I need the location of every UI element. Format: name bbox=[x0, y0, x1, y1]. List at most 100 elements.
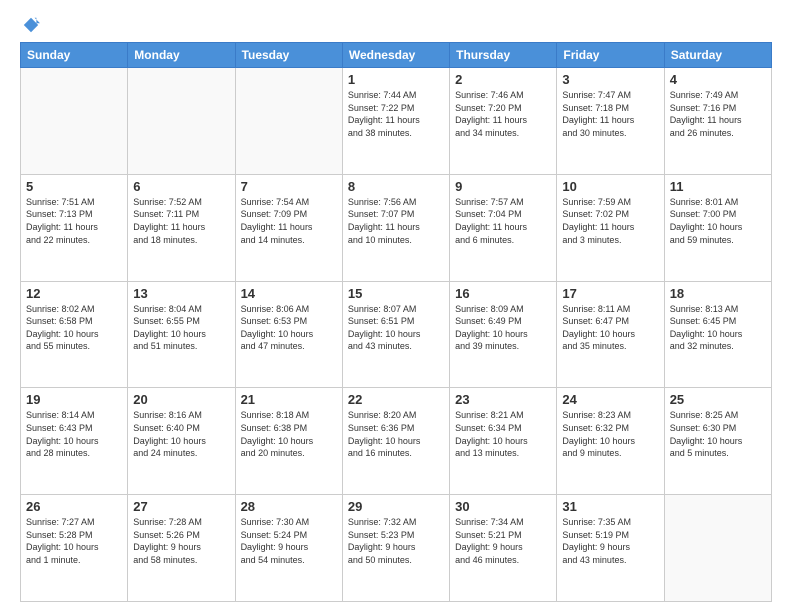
calendar-week-row: 26 Sunrise: 7:27 AMSunset: 5:28 PMDayligh… bbox=[21, 495, 772, 602]
calendar-cell: 10 Sunrise: 7:59 AMSunset: 7:02 PMDayligh… bbox=[557, 174, 664, 281]
day-info: Sunrise: 8:16 AMSunset: 6:40 PMDaylight:… bbox=[133, 409, 229, 459]
calendar-cell: 9Sunrise: 7:57 AMSunset: 7:04 PMDaylight… bbox=[450, 174, 557, 281]
calendar-cell: 18Sunrise: 8:13 AMSunset: 6:45 PMDayligh… bbox=[664, 281, 771, 388]
calendar-cell bbox=[21, 68, 128, 175]
day-number: 25 bbox=[670, 392, 766, 407]
calendar-cell: 29 Sunrise: 7:32 AMSunset: 5:23 PMDayligh… bbox=[342, 495, 449, 602]
day-info: Sunrise: 8:06 AMSunset: 6:53 PMDaylight:… bbox=[241, 303, 337, 353]
calendar-cell: 8 Sunrise: 7:56 AMSunset: 7:07 PMDaylight… bbox=[342, 174, 449, 281]
day-info: Sunrise: 7:30 AMSunset: 5:24 PMDaylight:… bbox=[241, 516, 337, 566]
calendar-cell: 15 Sunrise: 8:07 AMSunset: 6:51 PMDayligh… bbox=[342, 281, 449, 388]
day-info: Sunrise: 8:01 AMSunset: 7:00 PMDaylight:… bbox=[670, 196, 766, 246]
day-number: 24 bbox=[562, 392, 658, 407]
calendar-cell: 1 Sunrise: 7:44 AMSunset: 7:22 PMDaylight… bbox=[342, 68, 449, 175]
day-number: 28 bbox=[241, 499, 337, 514]
day-number: 18 bbox=[670, 286, 766, 301]
page: SundayMondayTuesdayWednesdayThursdayFrid… bbox=[0, 0, 792, 612]
day-number: 23 bbox=[455, 392, 551, 407]
day-info: Sunrise: 8:09 AMSunset: 6:49 PMDaylight:… bbox=[455, 303, 551, 353]
calendar-cell: 5Sunrise: 7:51 AMSunset: 7:13 PMDaylight… bbox=[21, 174, 128, 281]
calendar-week-row: 5Sunrise: 7:51 AMSunset: 7:13 PMDaylight… bbox=[21, 174, 772, 281]
day-header-wednesday: Wednesday bbox=[342, 43, 449, 68]
day-info: Sunrise: 7:46 AMSunset: 7:20 PMDaylight:… bbox=[455, 89, 551, 139]
calendar-cell: 20 Sunrise: 8:16 AMSunset: 6:40 PMDayligh… bbox=[128, 388, 235, 495]
day-info: Sunrise: 7:59 AMSunset: 7:02 PMDaylight:… bbox=[562, 196, 658, 246]
day-info: Sunrise: 8:11 AMSunset: 6:47 PMDaylight:… bbox=[562, 303, 658, 353]
calendar-cell: 19Sunrise: 8:14 AMSunset: 6:43 PMDayligh… bbox=[21, 388, 128, 495]
day-number: 8 bbox=[348, 179, 444, 194]
calendar-cell: 23 Sunrise: 8:21 AMSunset: 6:34 PMDayligh… bbox=[450, 388, 557, 495]
day-number: 2 bbox=[455, 72, 551, 87]
day-number: 21 bbox=[241, 392, 337, 407]
day-number: 26 bbox=[26, 499, 122, 514]
day-number: 4 bbox=[670, 72, 766, 87]
day-header-monday: Monday bbox=[128, 43, 235, 68]
day-info: Sunrise: 7:32 AMSunset: 5:23 PMDaylight:… bbox=[348, 516, 444, 566]
calendar-cell: 17 Sunrise: 8:11 AMSunset: 6:47 PMDayligh… bbox=[557, 281, 664, 388]
day-info: Sunrise: 7:57 AMSunset: 7:04 PMDaylight:… bbox=[455, 196, 551, 246]
calendar-week-row: 19Sunrise: 8:14 AMSunset: 6:43 PMDayligh… bbox=[21, 388, 772, 495]
day-info: Sunrise: 7:54 AMSunset: 7:09 PMDaylight:… bbox=[241, 196, 337, 246]
header bbox=[20, 16, 772, 34]
calendar-cell: 2 Sunrise: 7:46 AMSunset: 7:20 PMDaylight… bbox=[450, 68, 557, 175]
day-info: Sunrise: 7:52 AMSunset: 7:11 PMDaylight:… bbox=[133, 196, 229, 246]
day-header-saturday: Saturday bbox=[664, 43, 771, 68]
day-info: Sunrise: 8:07 AMSunset: 6:51 PMDaylight:… bbox=[348, 303, 444, 353]
day-number: 19 bbox=[26, 392, 122, 407]
day-info: Sunrise: 8:25 AMSunset: 6:30 PMDaylight:… bbox=[670, 409, 766, 459]
calendar-cell: 28 Sunrise: 7:30 AMSunset: 5:24 PMDayligh… bbox=[235, 495, 342, 602]
calendar-cell: 12 Sunrise: 8:02 AMSunset: 6:58 PMDayligh… bbox=[21, 281, 128, 388]
day-number: 3 bbox=[562, 72, 658, 87]
day-number: 16 bbox=[455, 286, 551, 301]
calendar-cell: 24 Sunrise: 8:23 AMSunset: 6:32 PMDayligh… bbox=[557, 388, 664, 495]
calendar-cell bbox=[235, 68, 342, 175]
calendar-cell: 4Sunrise: 7:49 AMSunset: 7:16 PMDaylight… bbox=[664, 68, 771, 175]
day-number: 1 bbox=[348, 72, 444, 87]
calendar-cell: 25 Sunrise: 8:25 AMSunset: 6:30 PMDayligh… bbox=[664, 388, 771, 495]
calendar-table: SundayMondayTuesdayWednesdayThursdayFrid… bbox=[20, 42, 772, 602]
day-number: 20 bbox=[133, 392, 229, 407]
day-info: Sunrise: 7:34 AMSunset: 5:21 PMDaylight:… bbox=[455, 516, 551, 566]
calendar-cell: 21 Sunrise: 8:18 AMSunset: 6:38 PMDayligh… bbox=[235, 388, 342, 495]
day-info: Sunrise: 8:18 AMSunset: 6:38 PMDaylight:… bbox=[241, 409, 337, 459]
calendar-cell: 3 Sunrise: 7:47 AMSunset: 7:18 PMDaylight… bbox=[557, 68, 664, 175]
day-info: Sunrise: 8:02 AMSunset: 6:58 PMDaylight:… bbox=[26, 303, 122, 353]
calendar-cell bbox=[128, 68, 235, 175]
calendar-cell: 16 Sunrise: 8:09 AMSunset: 6:49 PMDayligh… bbox=[450, 281, 557, 388]
day-number: 7 bbox=[241, 179, 337, 194]
logo-icon bbox=[22, 16, 40, 34]
logo bbox=[20, 16, 40, 34]
day-number: 27 bbox=[133, 499, 229, 514]
day-number: 29 bbox=[348, 499, 444, 514]
day-number: 30 bbox=[455, 499, 551, 514]
calendar-cell: 22Sunrise: 8:20 AMSunset: 6:36 PMDayligh… bbox=[342, 388, 449, 495]
day-info: Sunrise: 7:56 AMSunset: 7:07 PMDaylight:… bbox=[348, 196, 444, 246]
day-number: 17 bbox=[562, 286, 658, 301]
day-info: Sunrise: 7:27 AMSunset: 5:28 PMDaylight:… bbox=[26, 516, 122, 566]
calendar-cell: 30 Sunrise: 7:34 AMSunset: 5:21 PMDayligh… bbox=[450, 495, 557, 602]
day-number: 5 bbox=[26, 179, 122, 194]
day-number: 31 bbox=[562, 499, 658, 514]
day-info: Sunrise: 8:23 AMSunset: 6:32 PMDaylight:… bbox=[562, 409, 658, 459]
calendar-cell: 6 Sunrise: 7:52 AMSunset: 7:11 PMDaylight… bbox=[128, 174, 235, 281]
calendar-cell: 11Sunrise: 8:01 AMSunset: 7:00 PMDayligh… bbox=[664, 174, 771, 281]
calendar-cell: 31 Sunrise: 7:35 AMSunset: 5:19 PMDayligh… bbox=[557, 495, 664, 602]
day-header-friday: Friday bbox=[557, 43, 664, 68]
day-number: 10 bbox=[562, 179, 658, 194]
day-info: Sunrise: 7:35 AMSunset: 5:19 PMDaylight:… bbox=[562, 516, 658, 566]
calendar-cell: 14Sunrise: 8:06 AMSunset: 6:53 PMDayligh… bbox=[235, 281, 342, 388]
calendar-week-row: 1 Sunrise: 7:44 AMSunset: 7:22 PMDaylight… bbox=[21, 68, 772, 175]
day-info: Sunrise: 7:47 AMSunset: 7:18 PMDaylight:… bbox=[562, 89, 658, 139]
day-header-thursday: Thursday bbox=[450, 43, 557, 68]
day-info: Sunrise: 7:44 AMSunset: 7:22 PMDaylight:… bbox=[348, 89, 444, 139]
day-number: 15 bbox=[348, 286, 444, 301]
calendar-week-row: 12 Sunrise: 8:02 AMSunset: 6:58 PMDayligh… bbox=[21, 281, 772, 388]
day-number: 6 bbox=[133, 179, 229, 194]
calendar-cell: 13Sunrise: 8:04 AMSunset: 6:55 PMDayligh… bbox=[128, 281, 235, 388]
day-header-sunday: Sunday bbox=[21, 43, 128, 68]
calendar-cell: 26 Sunrise: 7:27 AMSunset: 5:28 PMDayligh… bbox=[21, 495, 128, 602]
calendar-cell bbox=[664, 495, 771, 602]
day-info: Sunrise: 8:21 AMSunset: 6:34 PMDaylight:… bbox=[455, 409, 551, 459]
calendar-cell: 27Sunrise: 7:28 AMSunset: 5:26 PMDayligh… bbox=[128, 495, 235, 602]
day-number: 12 bbox=[26, 286, 122, 301]
